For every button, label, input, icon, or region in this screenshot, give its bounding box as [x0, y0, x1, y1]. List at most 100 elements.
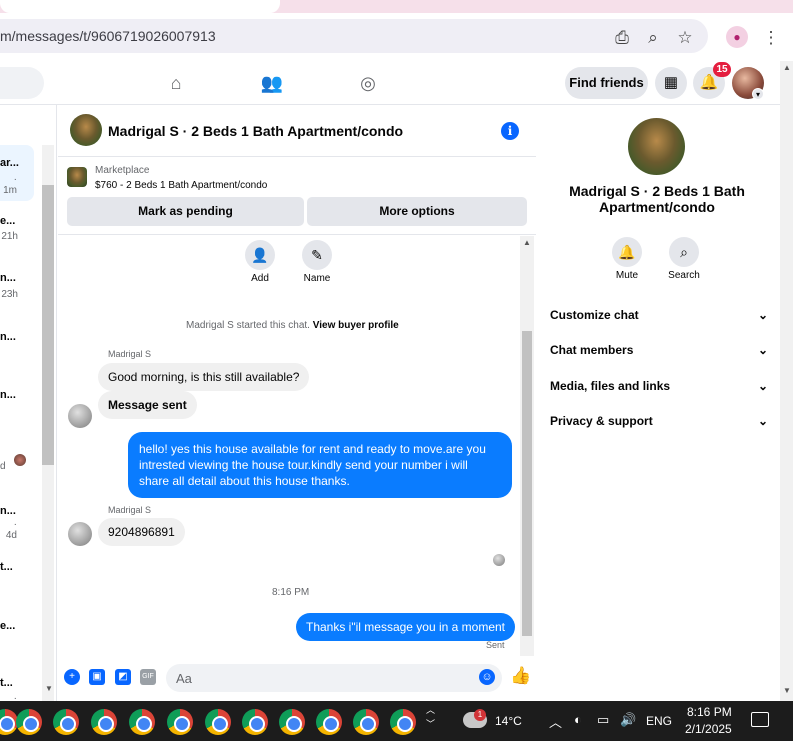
- gif-icon[interactable]: GIF: [140, 669, 156, 685]
- emoji-icon[interactable]: ☺: [479, 669, 495, 685]
- chat-details-panel: Madrigal S · 2 Beds 1 Bath Apartment/con…: [537, 105, 780, 701]
- friends-icon[interactable]: 👥: [260, 71, 284, 95]
- pencil-icon[interactable]: ✎: [302, 240, 332, 270]
- list-item[interactable]: ar...: [0, 157, 40, 169]
- scroll-up-arrow-icon[interactable]: ▲: [783, 63, 791, 72]
- browser-profile-icon[interactable]: ●: [726, 26, 748, 48]
- privacy-support-row[interactable]: Privacy & support ⌄: [550, 414, 768, 434]
- browser-menu-icon[interactable]: ⋮: [760, 27, 782, 49]
- language-indicator[interactable]: ENG: [646, 714, 672, 728]
- tray-chevron-up-icon[interactable]: ︿: [549, 712, 562, 731]
- scrollbar-thumb[interactable]: [522, 331, 532, 636]
- scrollbar-thumb[interactable]: [42, 185, 54, 465]
- marketplace-banner: Marketplace $760 - 2 Beds 1 Bath Apartme…: [58, 157, 536, 235]
- sticker-icon[interactable]: ◩: [115, 669, 131, 685]
- chrome-taskbar-icon[interactable]: [129, 709, 155, 735]
- url-text[interactable]: m/messages/t/9606719026007913: [0, 28, 216, 44]
- bookmark-star-icon[interactable]: ☆: [674, 27, 696, 49]
- chrome-taskbar-icon[interactable]: [353, 709, 379, 735]
- chrome-taskbar-icon[interactable]: [205, 709, 231, 735]
- message-composer: + ▣ ◩ GIF ☺ 👍 ▼: [45, 656, 536, 701]
- notification-center-icon[interactable]: [751, 712, 769, 727]
- list-item[interactable]: t...: [0, 677, 40, 689]
- outgoing-message[interactable]: hello! yes this house available for rent…: [128, 432, 512, 498]
- outgoing-message[interactable]: Thanks i"il message you in a moment: [296, 613, 516, 641]
- weather-temp[interactable]: 14°C: [495, 714, 522, 728]
- list-item[interactable]: e...: [0, 620, 40, 632]
- clock-date[interactable]: 2/1/2025: [685, 722, 732, 736]
- more-options-button[interactable]: More options: [307, 197, 527, 226]
- media-files-links-row[interactable]: Media, files and links ⌄: [550, 379, 768, 399]
- scroll-down-arrow-icon[interactable]: ▼: [783, 686, 791, 695]
- incoming-message[interactable]: Good morning, is this still available?: [98, 363, 310, 391]
- windows-taskbar: ︿ ﹀ 1 14°C ︿ ◐ ▭ 🔊 ENG 8:16 PM 2/1/2025: [0, 701, 793, 741]
- list-item[interactable]: t...: [0, 561, 40, 573]
- list-item[interactable]: e...: [0, 215, 40, 227]
- chat-members-row[interactable]: Chat members ⌄: [550, 343, 768, 363]
- zoom-icon[interactable]: ⌕: [642, 27, 664, 49]
- thumbs-up-icon[interactable]: 👍: [510, 666, 531, 686]
- clock-time[interactable]: 8:16 PM: [687, 705, 732, 719]
- add-person-icon[interactable]: 👤: [245, 240, 275, 270]
- info-icon[interactable]: i: [501, 122, 519, 140]
- home-icon[interactable]: ⌂: [164, 71, 188, 95]
- chevron-down-icon: ⌄: [757, 343, 768, 357]
- listing-avatar[interactable]: [70, 114, 102, 146]
- volume-icon[interactable]: 🔊: [620, 712, 636, 728]
- groups-icon[interactable]: ◎: [356, 71, 380, 95]
- list-item[interactable]: n...: [0, 389, 40, 401]
- list-item[interactable]: n...: [0, 505, 40, 517]
- chrome-taskbar-icon[interactable]: [279, 709, 305, 735]
- list-item[interactable]: n...: [0, 331, 40, 343]
- message-thread: 👤 Add ✎ Name Madrigal S started this cha…: [58, 236, 536, 656]
- chat-list-scrollbar[interactable]: [42, 145, 54, 701]
- sender-avatar[interactable]: [68, 404, 92, 428]
- chrome-taskbar-icon[interactable]: [53, 709, 79, 735]
- customize-chat-row[interactable]: Customize chat ⌄: [550, 308, 768, 328]
- browser-toolbar: m/messages/t/9606719026007913 ⎙ ⌕ ☆ ● ⋮: [0, 13, 793, 61]
- chrome-taskbar-icon[interactable]: [91, 709, 117, 735]
- page-scrollbar[interactable]: ▲ ▼: [780, 61, 793, 701]
- chat-title[interactable]: Madrigal S · 2 Beds 1 Bath Apartment/con…: [108, 123, 403, 139]
- browser-tab[interactable]: [0, 0, 280, 13]
- thread-scrollbar[interactable]: ▲: [520, 236, 534, 656]
- photo-icon[interactable]: ▣: [89, 669, 105, 685]
- scroll-down-arrow-icon[interactable]: ▼: [45, 684, 53, 693]
- chrome-taskbar-icon[interactable]: [167, 709, 193, 735]
- list-item[interactable]: n...: [0, 272, 40, 284]
- details-title: Madrigal S · 2 Beds 1 Bath Apartment/con…: [569, 183, 745, 215]
- scroll-up-arrow-icon[interactable]: ▲: [523, 238, 531, 247]
- chrome-taskbar-icon[interactable]: [16, 709, 42, 735]
- incoming-message[interactable]: 9204896891: [98, 518, 185, 546]
- row-label: Customize chat: [550, 308, 639, 322]
- chrome-taskbar-icon[interactable]: [390, 709, 416, 735]
- view-buyer-profile-link[interactable]: View buyer profile: [313, 320, 399, 331]
- row-label: Privacy & support: [550, 414, 653, 428]
- find-friends-button[interactable]: Find friends: [565, 67, 648, 99]
- incoming-message[interactable]: Message sent: [98, 391, 197, 419]
- sender-avatar[interactable]: [68, 522, 92, 546]
- listing-thumbnail[interactable]: [67, 167, 87, 187]
- bell-icon[interactable]: 🔔: [612, 237, 642, 267]
- mark-as-pending-button[interactable]: Mark as pending: [67, 197, 304, 226]
- search-icon[interactable]: ⌕: [669, 237, 699, 267]
- network-icon[interactable]: ▭: [597, 712, 609, 728]
- camera-icon[interactable]: ◐: [574, 712, 582, 727]
- search-label: Search: [668, 270, 700, 281]
- taskbar-overflow-chevrons-icon[interactable]: ︿ ﹀: [426, 703, 435, 731]
- list-item-time: 21h: [1, 231, 18, 242]
- facebook-top-nav: ⌂ 👥 ◎ Find friends ▦ 🔔 15 ▾: [0, 61, 780, 105]
- address-bar[interactable]: m/messages/t/9606719026007913: [0, 19, 708, 53]
- facebook-search[interactable]: [0, 67, 44, 99]
- chrome-taskbar-icon[interactable]: [242, 709, 268, 735]
- plus-icon[interactable]: +: [64, 669, 80, 685]
- message-input[interactable]: [166, 664, 502, 692]
- add-label: Add: [251, 273, 269, 284]
- marketplace-item[interactable]: $760 - 2 Beds 1 Bath Apartment/condo: [95, 180, 267, 191]
- list-item-time: · 4d: [5, 519, 17, 541]
- listing-avatar-large[interactable]: [628, 118, 685, 175]
- menu-grid-icon[interactable]: ▦: [655, 67, 687, 99]
- install-app-icon[interactable]: ⎙: [611, 27, 633, 49]
- chrome-taskbar-icon[interactable]: [316, 709, 342, 735]
- chevron-down-icon[interactable]: ▾: [752, 88, 764, 100]
